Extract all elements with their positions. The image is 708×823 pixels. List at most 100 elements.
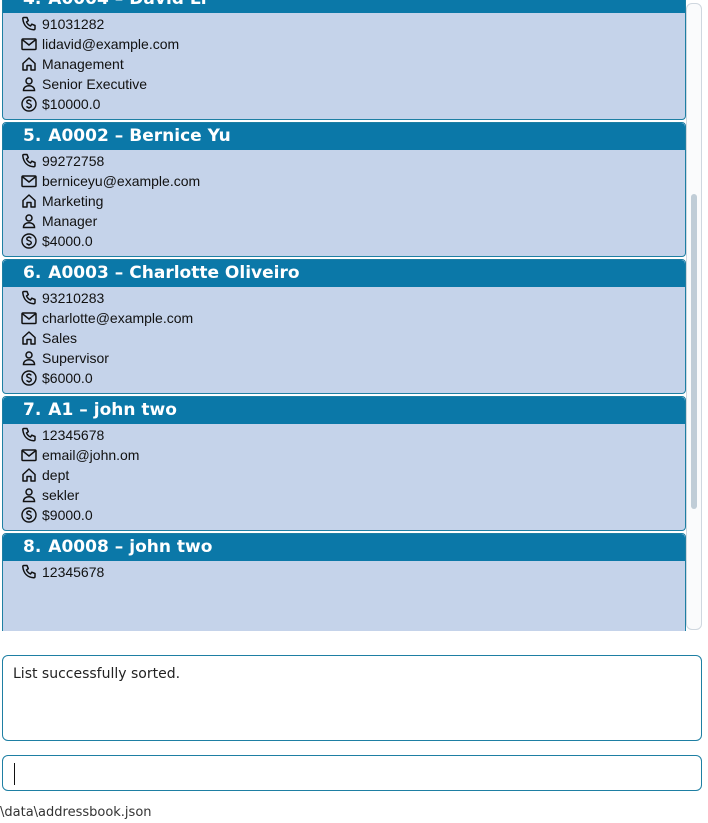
person-department: Sales xyxy=(42,330,78,346)
person-role: Manager xyxy=(42,213,98,229)
person-phone: 12345678 xyxy=(42,427,105,443)
command-box[interactable] xyxy=(2,755,702,791)
id-name-separator: – xyxy=(114,126,124,146)
person-card-body: 93210283 charlotte@example.com Sales Superv… xyxy=(3,287,685,388)
phone-icon xyxy=(20,289,38,307)
dollar-icon xyxy=(20,369,38,387)
person-department: Management xyxy=(42,56,124,72)
person-phone: 91031282 xyxy=(42,16,105,32)
person-email: berniceyu@example.com xyxy=(42,173,201,189)
id-name-separator: – xyxy=(115,0,124,9)
person-department-row: dept xyxy=(20,465,685,485)
person-card[interactable]: 4. A0004–David Li 91031282 lidavid@example.… xyxy=(2,0,686,120)
person-phone: 12345678 xyxy=(42,564,105,580)
command-input[interactable] xyxy=(3,756,701,790)
dollar-icon xyxy=(20,95,38,113)
person-phone-row: 12345678 xyxy=(20,562,685,582)
person-email: lidavid@example.com xyxy=(42,36,180,52)
person-index: 4. xyxy=(23,0,41,9)
person-card-body: 91031282 lidavid@example.com Management Sen… xyxy=(3,13,685,114)
home-icon xyxy=(20,466,38,484)
person-email: charlotte@example.com xyxy=(42,310,194,326)
id-name-separator: – xyxy=(79,400,88,420)
person-phone-row: 12345678 xyxy=(20,425,685,445)
person-index: 6. xyxy=(23,263,42,283)
phone-icon xyxy=(20,563,38,581)
person-salary-row: $4000.0 xyxy=(20,231,685,251)
person-name: john two xyxy=(93,400,177,420)
person-list: Team Lead$4000.04.A0004–David Li91031282… xyxy=(2,0,686,631)
phone-icon xyxy=(20,15,38,33)
person-card[interactable]: 5. A0002– Bernice Yu 99272758 berniceyu@exam… xyxy=(2,122,686,257)
person-name: john two xyxy=(129,537,213,557)
person-salary-row: $9000.0 xyxy=(20,505,685,525)
person-index: 7. xyxy=(23,400,42,420)
person-email: email@john.om xyxy=(42,447,140,463)
person-department: Marketing xyxy=(42,193,104,209)
person-salary-row: $6000.0 xyxy=(20,368,685,388)
person-role-row: sekler xyxy=(20,485,685,505)
person-department-row: Management xyxy=(20,54,685,74)
person-card-header: 4. A0004–David Li xyxy=(3,0,685,13)
mail-icon xyxy=(20,172,38,190)
id-name-separator: – xyxy=(114,537,124,557)
scrollbar[interactable] xyxy=(686,3,702,630)
person-card-body: 12345678 email@john.om dept sekler $9000.0 xyxy=(3,424,685,525)
person-role-row: Senior Executive xyxy=(20,74,685,94)
person-role: Supervisor xyxy=(42,350,109,366)
person-salary: $9000.0 xyxy=(42,507,93,523)
result-message: List successfully sorted. xyxy=(13,666,181,682)
id-name-separator: – xyxy=(114,263,124,283)
person-card-body: 99272758 berniceyu@example.com Marketing Ma… xyxy=(3,150,685,251)
person-id: A1 xyxy=(48,400,74,420)
home-icon xyxy=(20,329,38,347)
mail-icon xyxy=(20,446,38,464)
person-department-row: Marketing xyxy=(20,191,685,211)
person-index: 8. xyxy=(23,537,42,557)
person-salary: $10000.0 xyxy=(42,96,101,112)
person-card[interactable]: 8. A0008– john two 12345678 xyxy=(2,533,686,631)
person-card-header: 7. A1– john two xyxy=(3,397,685,424)
person-icon xyxy=(20,212,38,230)
person-name: David Li xyxy=(129,0,206,9)
person-icon xyxy=(20,349,38,367)
person-phone-row: 91031282 xyxy=(20,14,685,34)
mail-icon xyxy=(20,35,38,53)
person-name: Charlotte Oliveiro xyxy=(129,263,300,283)
scrollbar-thumb[interactable] xyxy=(691,194,697,509)
status-bar: \data\addressbook.json xyxy=(0,803,152,823)
person-card-header: 8. A0008– john two xyxy=(3,534,685,561)
person-department-row: Sales xyxy=(20,328,685,348)
person-salary: $6000.0 xyxy=(42,370,93,386)
person-list-panel[interactable]: Team Lead$4000.04.A0004–David Li91031282… xyxy=(0,0,704,631)
person-id: A0002 xyxy=(48,126,109,146)
person-email-row: berniceyu@example.com xyxy=(20,171,685,191)
result-display: List successfully sorted. xyxy=(2,655,702,741)
home-icon xyxy=(20,192,38,210)
person-card-header: 5. A0002– Bernice Yu xyxy=(3,123,685,150)
phone-icon xyxy=(20,426,38,444)
person-card-header: 6. A0003– Charlotte Oliveiro xyxy=(3,260,685,287)
person-phone-row: 93210283 xyxy=(20,288,685,308)
person-role: Senior Executive xyxy=(42,76,148,92)
person-id: A0003 xyxy=(48,263,109,283)
person-phone-row: 99272758 xyxy=(20,151,685,171)
person-salary: $4000.0 xyxy=(42,233,93,249)
dollar-icon xyxy=(20,232,38,250)
home-icon xyxy=(20,55,38,73)
person-card[interactable]: 7. A1– john two 12345678 email@john.om dept se… xyxy=(2,396,686,531)
person-card-body: 12345678 xyxy=(3,561,685,631)
text-caret xyxy=(14,763,15,785)
person-email-row: email@john.om xyxy=(20,445,685,465)
person-phone: 99272758 xyxy=(42,153,105,169)
save-file-path: \data\addressbook.json xyxy=(0,805,152,820)
dollar-icon xyxy=(20,506,38,524)
person-email-row: charlotte@example.com xyxy=(20,308,685,328)
person-role-row: Manager xyxy=(20,211,685,231)
person-icon xyxy=(20,486,38,504)
person-card[interactable]: 6. A0003– Charlotte Oliveiro 93210283 charlo… xyxy=(2,259,686,394)
person-id: A0004 xyxy=(48,0,108,9)
person-phone: 93210283 xyxy=(42,290,105,306)
person-name: Bernice Yu xyxy=(129,126,231,146)
phone-icon xyxy=(20,152,38,170)
